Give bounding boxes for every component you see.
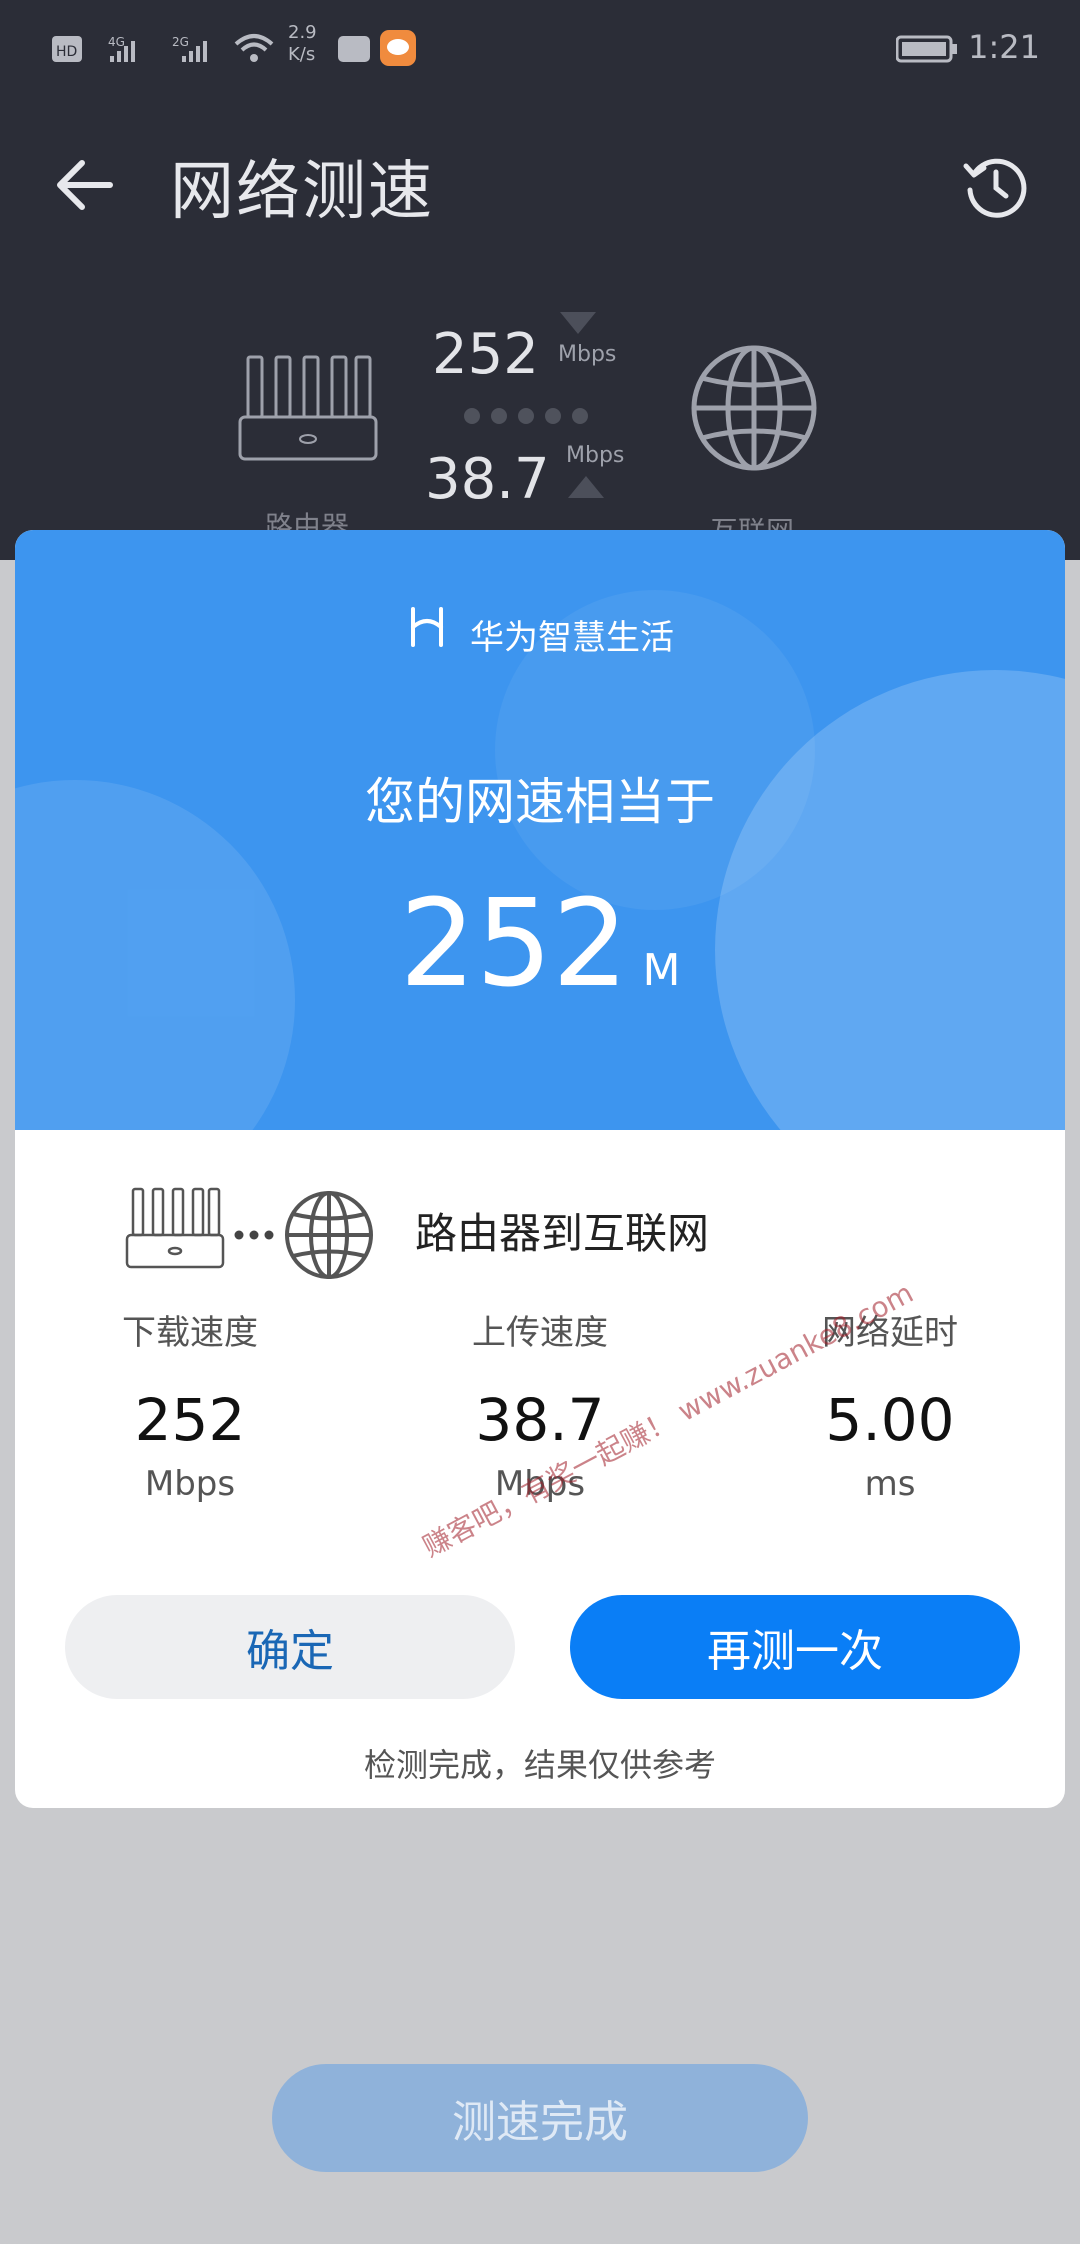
svg-text:HD: HD (56, 44, 77, 60)
svg-text:4G: 4G (108, 35, 125, 49)
svg-text:2G: 2G (172, 35, 189, 49)
status-bar: HD 4G 2G 2.9 K/s 1:21 (0, 0, 1080, 100)
metric-download: 下载速度 252 Mbps (40, 1305, 340, 1504)
progress-dots (464, 408, 588, 424)
upload-arrow-icon (568, 476, 604, 498)
panel-upload-unit: Mbps (566, 443, 625, 468)
globe-small-icon (285, 1191, 373, 1279)
confirm-button[interactable]: 确定 (65, 1595, 515, 1699)
result-speed-value: 252 (399, 875, 629, 1014)
router-icon (238, 355, 378, 461)
panel-upload-value: 38.7 (425, 447, 550, 512)
result-dialog: 华为智慧生活 您的网速相当于 252 M 路由器到互联网 下载速度 252 Mbp… (15, 530, 1065, 1808)
route-label: 路由器到互联网 (415, 1209, 710, 1258)
panel-download-unit: Mbps (558, 342, 617, 367)
panel-download-value: 252 (432, 322, 539, 387)
metric-unit: ms (864, 1464, 916, 1504)
result-speed: 252 M (15, 875, 1065, 1014)
status-time: 1:21 (968, 28, 1040, 66)
signal-2g-icon: 2G (172, 35, 207, 62)
metric-unit: Mbps (144, 1464, 236, 1504)
dialog-hero: 华为智慧生活 您的网速相当于 252 M (15, 530, 1065, 1130)
result-subtitle: 您的网速相当于 (365, 773, 715, 831)
metric-value: 252 (134, 1386, 246, 1454)
network-speed-text: 2.9 K/s (288, 22, 317, 65)
battery-icon (896, 35, 957, 63)
wifi-icon (234, 34, 274, 62)
result-speed-unit: M (642, 945, 681, 996)
router-small-icon (125, 1187, 225, 1269)
metric-value: 5.00 (825, 1386, 955, 1454)
huawei-smart-life-logo-icon (411, 607, 443, 647)
message-app-icon (380, 30, 416, 66)
history-clock-icon[interactable] (960, 150, 1032, 222)
brand-name: 华为智慧生活 (470, 618, 674, 658)
hd-icon (338, 36, 370, 62)
route-diagram (125, 1187, 373, 1279)
signal-icon: HD 4G (52, 35, 135, 62)
footer-note: 检测完成，结果仅供参考 (363, 1746, 716, 1784)
metric-label: 上传速度 (472, 1313, 608, 1353)
retest-button[interactable]: 再测一次 (570, 1595, 1020, 1699)
metric-label: 下载速度 (122, 1313, 258, 1353)
globe-icon (691, 345, 817, 471)
route-dots (234, 1230, 274, 1240)
download-arrow-icon (560, 312, 596, 334)
page-title: 网络测速 (170, 155, 434, 229)
back-arrow-icon[interactable] (50, 150, 120, 220)
speed-test-complete-button[interactable]: 测速完成 (272, 2064, 808, 2172)
